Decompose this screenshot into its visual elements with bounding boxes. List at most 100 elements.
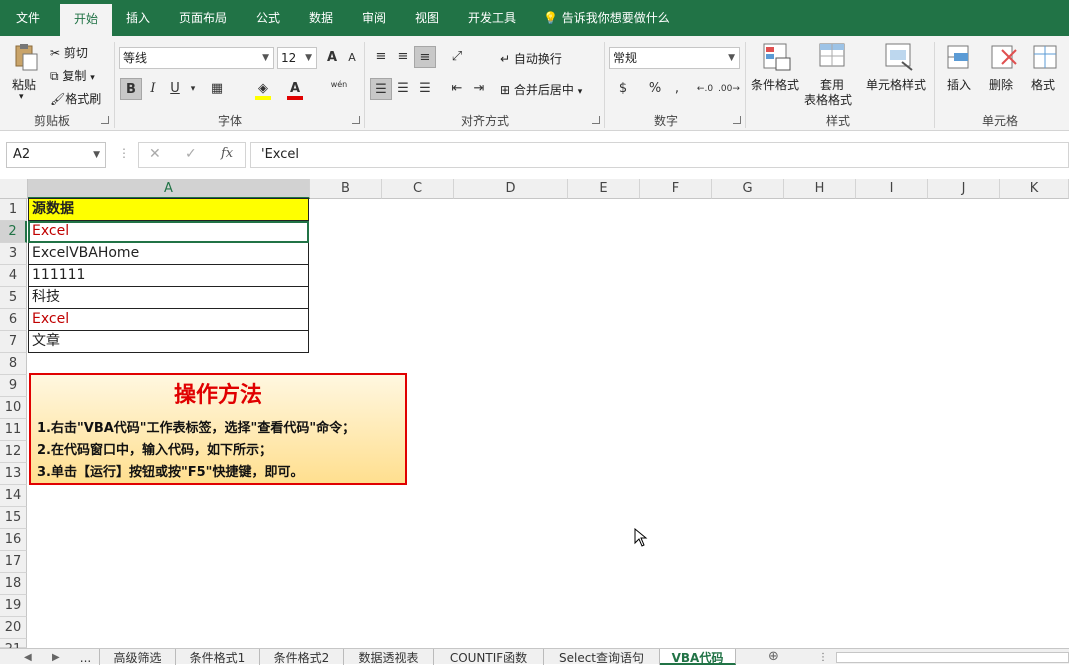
copy-button[interactable]: ⧉ 复制 ▾ (50, 67, 95, 84)
insert-cells-button[interactable]: 插入 (947, 76, 971, 93)
sheet-tab[interactable]: 条件格式1 (176, 649, 260, 665)
row-header[interactable]: 13 (0, 463, 27, 485)
scroll-right-icon[interactable]: ▶ (52, 649, 60, 667)
sheet-tab[interactable]: 高级筛选 (100, 649, 176, 665)
worksheet-grid[interactable]: A B C D E F G H I J K 1 2 3 4 5 6 7 8 9 … (0, 179, 1069, 657)
paste-dropdown-icon[interactable]: ▾ (19, 92, 24, 102)
font-color-button[interactable]: A (284, 78, 306, 100)
currency-icon[interactable]: $ (612, 78, 634, 100)
format-cells-icon[interactable] (1030, 42, 1060, 72)
phonetic-button[interactable]: wén (328, 78, 350, 100)
column-header[interactable]: D (454, 179, 568, 199)
cell-a3[interactable]: ExcelVBAHome (28, 243, 309, 265)
tab-insert[interactable]: 插入 (114, 0, 162, 36)
delete-cells-button[interactable]: 删除 (989, 76, 1013, 93)
alignment-launcher-icon[interactable] (592, 116, 600, 124)
tab-formulas[interactable]: 公式 (244, 0, 292, 36)
increase-indent-icon[interactable]: ⇥ (468, 78, 490, 100)
italic-button[interactable]: I (142, 78, 164, 100)
column-header[interactable]: I (856, 179, 928, 199)
horizontal-scrollbar[interactable] (836, 652, 1069, 663)
decrease-indent-icon[interactable]: ⇤ (446, 78, 468, 100)
row-header[interactable]: 8 (0, 353, 27, 375)
column-header[interactable]: A (28, 179, 310, 199)
cell-styles-button[interactable]: 单元格样式 (866, 76, 926, 93)
sheet-tab[interactable]: Select查询语句 (544, 649, 660, 665)
row-header[interactable]: 9 (0, 375, 27, 397)
fill-color-button[interactable]: ◈ (252, 78, 274, 100)
number-format-select[interactable]: 常规 ▼ (609, 47, 740, 69)
percent-button[interactable]: % (644, 78, 666, 100)
cell-a4[interactable]: 111111 (28, 265, 309, 287)
paste-icon[interactable] (10, 42, 40, 72)
column-header[interactable]: C (382, 179, 454, 199)
sheet-tab[interactable]: COUNTIF函数 (434, 649, 544, 665)
cell-a5[interactable]: 科技 (28, 287, 309, 309)
cell-a2[interactable]: Excel (28, 221, 309, 243)
row-header[interactable]: 1 (0, 199, 27, 221)
row-header[interactable]: 2 (0, 221, 27, 243)
font-size-select[interactable]: 12 ▼ (277, 47, 317, 69)
row-header[interactable]: 6 (0, 309, 27, 331)
row-header[interactable]: 3 (0, 243, 27, 265)
tab-developer[interactable]: 开发工具 (456, 0, 528, 36)
cell-styles-icon[interactable] (884, 42, 914, 72)
tab-file[interactable]: 文件 (0, 0, 56, 36)
sheet-tab[interactable]: 条件格式2 (260, 649, 344, 665)
row-header[interactable]: 17 (0, 551, 27, 573)
align-left-icon[interactable]: ☰ (370, 78, 392, 100)
bold-button[interactable]: B (120, 78, 142, 100)
tab-page-layout[interactable]: 页面布局 (166, 0, 240, 36)
align-bottom-icon[interactable]: ≡ (414, 46, 436, 68)
tab-review[interactable]: 审阅 (350, 0, 398, 36)
align-center-icon[interactable]: ☰ (392, 78, 414, 100)
column-header[interactable]: K (1000, 179, 1069, 199)
comma-button[interactable]: , (666, 78, 688, 100)
align-middle-icon[interactable]: ≡ (392, 46, 414, 68)
cell-a7[interactable]: 文章 (28, 331, 309, 353)
shrink-font-button[interactable]: A (341, 47, 363, 69)
row-header[interactable]: 20 (0, 617, 27, 639)
enter-icon[interactable]: ✓ (185, 146, 197, 162)
number-launcher-icon[interactable] (733, 116, 741, 124)
column-header[interactable]: H (784, 179, 856, 199)
row-header[interactable]: 15 (0, 507, 27, 529)
format-painter-button[interactable]: 🖌格式刷 (50, 90, 101, 107)
decrease-decimal-icon[interactable]: .00→ (718, 78, 740, 100)
row-header[interactable]: 7 (0, 331, 27, 353)
row-header[interactable]: 5 (0, 287, 27, 309)
font-launcher-icon[interactable] (352, 116, 360, 124)
sheet-tab-active[interactable]: VBA代码 (660, 649, 736, 665)
instructions-textbox[interactable]: 操作方法 1.右击"VBA代码"工作表标签，选择"查看代码"命令； 2.在代码窗… (29, 373, 407, 485)
insert-cells-icon[interactable] (944, 42, 974, 72)
delete-cells-icon[interactable] (988, 42, 1018, 72)
tab-home[interactable]: 开始 (60, 4, 112, 36)
increase-decimal-icon[interactable]: ←.0 (694, 78, 716, 100)
merge-center-button[interactable]: ⊞ 合并后居中 ▾ (500, 81, 582, 98)
cell-a6[interactable]: Excel (28, 309, 309, 331)
formula-input[interactable]: 'Excel (250, 142, 1069, 168)
row-header[interactable]: 10 (0, 397, 27, 419)
row-header[interactable]: 18 (0, 573, 27, 595)
insert-function-icon[interactable]: fx (221, 146, 233, 161)
orientation-icon[interactable]: ⤢ (446, 46, 468, 68)
row-header[interactable]: 12 (0, 441, 27, 463)
name-box[interactable]: A2 ▼ (6, 142, 106, 168)
tab-view[interactable]: 视图 (402, 0, 452, 36)
row-header[interactable]: 4 (0, 265, 27, 287)
tab-data[interactable]: 数据 (296, 0, 346, 36)
cancel-icon[interactable]: ✕ (149, 146, 161, 162)
paste-button[interactable]: 粘贴 (12, 76, 36, 93)
column-header[interactable]: E (568, 179, 640, 199)
column-header[interactable]: B (310, 179, 382, 199)
cell-a1[interactable]: 源数据 (28, 198, 309, 221)
grow-font-button[interactable]: A (321, 47, 343, 69)
conditional-format-button[interactable]: 条件格式 (751, 76, 799, 93)
sheet-tab-more[interactable]: ... (72, 649, 100, 665)
add-sheet-icon[interactable]: ⊕ (768, 649, 779, 665)
row-header[interactable]: 14 (0, 485, 27, 507)
underline-dropdown-icon[interactable]: ▾ (182, 78, 204, 100)
tell-me-box[interactable]: 💡 告诉我你想要做什么 (543, 0, 670, 36)
scroll-left-icon[interactable]: ◀ (24, 649, 32, 667)
sheet-tab[interactable]: 数据透视表 (344, 649, 434, 665)
